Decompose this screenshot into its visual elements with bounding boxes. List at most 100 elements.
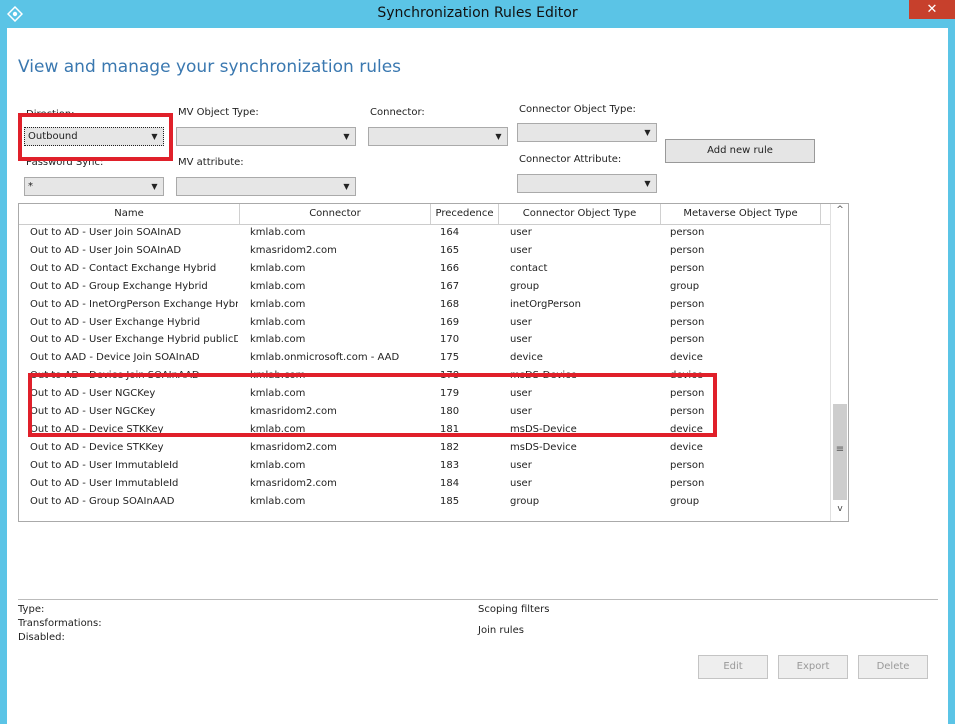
cell-connector: kmlab.com — [250, 495, 306, 507]
scroll-down-icon[interactable]: v — [831, 504, 848, 521]
cell-metaverse-object-type: group — [670, 495, 700, 507]
mv-object-type-label: MV Object Type: — [178, 107, 259, 118]
table-row[interactable]: Out to AD - User Exchange Hybrid kmlab.co… — [19, 315, 830, 333]
cell-metaverse-object-type: person — [670, 244, 705, 256]
chevron-down-icon: ▼ — [644, 179, 651, 188]
cell-name: Out to AD - InetOrgPerson Exchange Hybri… — [30, 298, 238, 310]
cell-name: Out to AD - User Join SOAInAD — [30, 244, 182, 256]
cell-connector-object-type: msDS-Device — [510, 441, 577, 453]
join-rules-label: Join rules — [478, 625, 524, 636]
cell-connector-object-type: user — [510, 477, 532, 489]
edit-button[interactable]: Edit — [698, 655, 768, 679]
column-header-metaverse-object-type[interactable]: Metaverse Object Type — [661, 204, 821, 224]
cell-connector: kmlab.com — [250, 459, 306, 471]
table-row[interactable]: Out to AD - Group Exchange Hybrid kmlab.c… — [19, 279, 830, 297]
rules-table[interactable]: Name Connector Precedence Connector Obje… — [18, 203, 849, 522]
page-heading: View and manage your synchronization rul… — [18, 57, 402, 77]
table-row[interactable]: Out to AD - User ImmutableId kmlab.com 183… — [19, 458, 830, 476]
table-row[interactable]: Out to AD - Group SOAInAAD kmlab.com 185 gr… — [19, 494, 830, 512]
cell-connector: kmlab.com — [250, 316, 306, 328]
cell-precedence: 168 — [440, 298, 460, 310]
table-row[interactable]: Out to AD - User Join SOAInAD kmasridom2.… — [19, 243, 830, 261]
add-new-rule-button[interactable]: Add new rule — [665, 139, 815, 163]
cell-precedence: 170 — [440, 334, 460, 346]
window-frame-left — [0, 28, 7, 724]
cell-name: Out to AAD - Device Join SOAInAD — [30, 352, 200, 364]
table-row[interactable]: Out to AAD - Device Join SOAInAD kmlab.on… — [19, 350, 830, 368]
cell-name: Out to AD - Group SOAInAAD — [30, 495, 175, 507]
chevron-down-icon: ▼ — [343, 182, 350, 191]
cell-precedence: 164 — [440, 227, 460, 238]
password-sync-dropdown[interactable]: * ▼ — [24, 177, 164, 196]
cell-connector: kmlab.com — [250, 280, 306, 292]
disabled-label: Disabled: — [18, 632, 65, 643]
table-row[interactable]: Out to AD - User Exchange Hybrid publicD… — [19, 332, 830, 350]
cell-connector-object-type: group — [510, 495, 540, 507]
close-button[interactable]: ✕ — [909, 0, 955, 19]
connector-object-type-dropdown[interactable]: ▼ — [517, 123, 657, 142]
cell-connector-object-type: user — [510, 316, 532, 328]
cell-precedence: 184 — [440, 477, 460, 489]
window-title: Synchronization Rules Editor — [377, 5, 578, 21]
table-row[interactable]: Out to AD - InetOrgPerson Exchange Hybri… — [19, 297, 830, 315]
cell-metaverse-object-type: person — [670, 298, 705, 310]
cell-connector-object-type: user — [510, 227, 532, 238]
table-row[interactable]: Out to AD - Contact Exchange Hybrid kmlab… — [19, 261, 830, 279]
connector-attribute-dropdown[interactable]: ▼ — [517, 174, 657, 193]
cell-connector-object-type: user — [510, 334, 532, 346]
table-row[interactable]: Out to AD - User Join SOAInAD kmlab.com 16… — [19, 225, 830, 243]
table-header: Name Connector Precedence Connector Obje… — [19, 204, 830, 225]
cell-connector: kmlab.onmicrosoft.com - AAD — [250, 352, 400, 364]
column-header-name[interactable]: Name — [19, 204, 240, 224]
table-row[interactable]: Out to AD - Device STKKey kmasridom2.com 1… — [19, 440, 830, 458]
cell-metaverse-object-type: person — [670, 334, 705, 346]
cell-precedence: 182 — [440, 441, 460, 453]
cell-precedence: 169 — [440, 316, 460, 328]
cell-precedence: 165 — [440, 244, 460, 256]
chevron-down-icon: ▼ — [151, 182, 158, 191]
cell-name: Out to AD - User ImmutableId — [30, 459, 179, 471]
scrollbar-thumb[interactable]: ≡ — [833, 404, 847, 500]
mv-attribute-dropdown[interactable]: ▼ — [176, 177, 356, 196]
mv-object-type-dropdown[interactable]: ▼ — [176, 127, 356, 146]
highlight-selected-rows — [28, 373, 717, 437]
type-label: Type: — [18, 604, 45, 615]
vertical-scrollbar[interactable]: ^ ≡ v — [830, 204, 848, 521]
cell-metaverse-object-type: person — [670, 262, 705, 274]
column-header-connector-object-type[interactable]: Connector Object Type — [499, 204, 661, 224]
window-frame-right — [948, 28, 955, 724]
divider — [18, 599, 938, 600]
column-header-connector[interactable]: Connector — [240, 204, 431, 224]
table-row[interactable]: Out to AD - User ImmutableId kmasridom2.c… — [19, 476, 830, 494]
delete-button[interactable]: Delete — [858, 655, 928, 679]
scoping-filters-label: Scoping filters — [478, 604, 550, 615]
cell-connector-object-type: device — [510, 352, 543, 364]
transformations-label: Transformations: — [18, 618, 102, 629]
column-header-precedence[interactable]: Precedence — [431, 204, 499, 224]
connector-label: Connector: — [370, 107, 425, 118]
cell-precedence: 185 — [440, 495, 460, 507]
export-button[interactable]: Export — [778, 655, 848, 679]
cell-name: Out to AD - Group Exchange Hybrid — [30, 280, 208, 292]
cell-connector-object-type: user — [510, 459, 532, 471]
connector-object-type-label: Connector Object Type: — [519, 104, 636, 115]
password-sync-value: * — [28, 181, 33, 192]
cell-connector: kmlab.com — [250, 334, 306, 346]
cell-connector-object-type: contact — [510, 262, 548, 274]
cell-connector: kmasridom2.com — [250, 441, 337, 453]
cell-connector-object-type: inetOrgPerson — [510, 298, 581, 310]
chevron-down-icon: ▼ — [495, 132, 502, 141]
cell-metaverse-object-type: person — [670, 477, 705, 489]
cell-metaverse-object-type: person — [670, 316, 705, 328]
cell-metaverse-object-type: person — [670, 227, 705, 238]
cell-name: Out to AD - User ImmutableId — [30, 477, 179, 489]
cell-connector-object-type: group — [510, 280, 540, 292]
cell-name: Out to AD - User Join SOAInAD — [30, 227, 182, 238]
cell-name: Out to AD - User Exchange Hybrid publicD… — [30, 334, 238, 346]
connector-dropdown[interactable]: ▼ — [368, 127, 508, 146]
scroll-up-icon[interactable]: ^ — [831, 205, 848, 222]
highlight-direction — [18, 113, 173, 161]
cell-precedence: 167 — [440, 280, 460, 292]
cell-connector: kmlab.com — [250, 227, 306, 238]
cell-metaverse-object-type: person — [670, 459, 705, 471]
